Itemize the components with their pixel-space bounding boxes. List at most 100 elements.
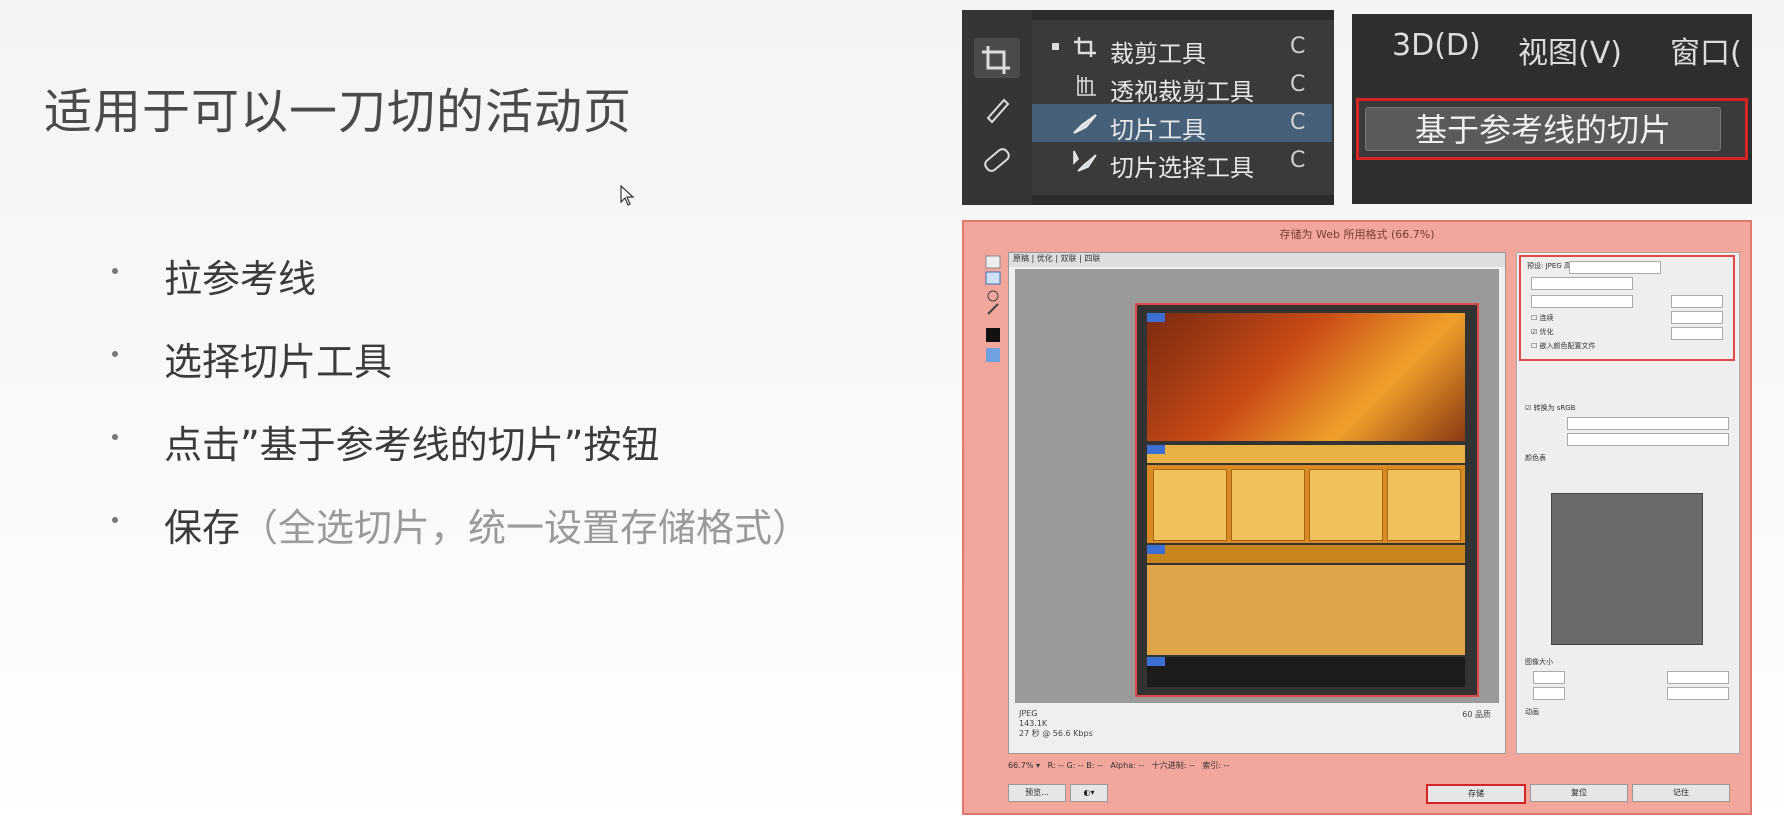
image-canvas[interactable]: [1015, 269, 1499, 703]
prize-box: [1153, 469, 1227, 541]
slice-badge[interactable]: [1147, 445, 1165, 454]
icc-checkbox[interactable]: ☐ 嵌入颜色配置文件: [1531, 341, 1596, 351]
slice-from-guides-button[interactable]: 基于参考线的切片: [1365, 107, 1721, 151]
save-button[interactable]: 存储: [1426, 784, 1526, 804]
healing-tool-button[interactable]: [974, 140, 1020, 180]
shortcut-key: C: [1290, 110, 1306, 135]
done-button[interactable]: 记住: [1632, 784, 1730, 802]
page-bar: [1147, 445, 1465, 463]
bandage-icon: [984, 148, 1010, 172]
progressive-checkbox[interactable]: ☐ 连续: [1531, 313, 1554, 323]
preview-area: 原稿 | 优化 | 双联 | 四联 JPEG 143.1K 27 秒 @ 56.…: [1008, 252, 1506, 754]
dialog-tool-strip: [985, 255, 1001, 362]
photoshop-menubar-screenshot: 3D(D) 视图(V) 窗口( 基于参考线的切片: [1352, 14, 1752, 204]
hand-tool-icon: [985, 255, 1001, 269]
menu-item-label: 切片选择工具: [1110, 154, 1254, 182]
save-for-web-dialog: 存储为 Web 所用格式 (66.7%) 原稿 | 优化 | 双联 | 四联 J…: [962, 220, 1752, 815]
color-table-label: 颜色表: [1525, 454, 1546, 462]
menu-item-crop[interactable]: 裁剪工具 C: [1032, 28, 1332, 68]
bullet-text: 点击”基于参考线的切片”按钮: [164, 423, 660, 467]
bullet-text: 选择切片工具: [164, 340, 393, 384]
zoom-tool-icon: [987, 290, 999, 302]
perspective-crop-icon: [1077, 75, 1096, 96]
sliced-web-page: [1135, 303, 1479, 697]
prize-box: [1309, 469, 1383, 541]
eyedropper-tool-button[interactable]: [974, 88, 1020, 128]
menu-item-label: 切片工具: [1110, 116, 1206, 144]
slice-badge[interactable]: [1147, 313, 1165, 322]
preset-select[interactable]: [1569, 261, 1661, 274]
slide-title: 适用于可以一刀切的活动页: [44, 84, 633, 140]
bullet-text: 保存: [164, 506, 241, 550]
preset-settings-highlight: 预设: JPEG 高 ☐ 连续 ☑ 优化 ☐ 嵌入颜色配置文件: [1519, 255, 1735, 361]
browser-preview-button[interactable]: ◐▾: [1070, 784, 1108, 802]
animation-label: 动画: [1525, 708, 1539, 716]
menu-3d[interactable]: 3D(D): [1392, 28, 1481, 63]
page-rules: [1147, 565, 1465, 655]
tools-flyout-menu: 裁剪工具 C 透视裁剪工具 C 切片工具 C 切片选择工具 C: [1032, 20, 1334, 195]
srgb-checkbox[interactable]: ☑ 转换为 sRGB: [1525, 403, 1575, 413]
slice-icon: [1073, 114, 1097, 134]
slice-badge[interactable]: [1147, 657, 1165, 666]
photoshop-tools-screenshot: 裁剪工具 C 透视裁剪工具 C 切片工具 C 切片选择工具 C: [962, 10, 1334, 205]
menu-item-label: 透视裁剪工具: [1110, 78, 1254, 106]
bullet-item: 保存（全选切片，统一设置存储格式）: [112, 497, 810, 580]
view-tabs[interactable]: 原稿 | 优化 | 双联 | 四联: [1009, 253, 1505, 267]
page-banner: [1147, 313, 1465, 441]
toolbar-column: [962, 10, 1032, 205]
shortcut-key: C: [1290, 34, 1306, 59]
bullet-item: 拉参考线: [112, 248, 810, 331]
bullet-dot: [112, 517, 118, 523]
prize-box: [1387, 469, 1461, 541]
preset-label: 预设: JPEG 高: [1527, 262, 1571, 270]
slice-from-guides-highlight: 基于参考线的切片: [1356, 98, 1748, 160]
dialog-title: 存储为 Web 所用格式 (66.7%): [1279, 228, 1435, 241]
crop-tool-button[interactable]: [974, 38, 1020, 78]
bullet-dot: [112, 268, 118, 274]
menu-item-slice[interactable]: 切片工具 C: [1032, 104, 1332, 144]
bullet-item: 点击”基于参考线的切片”按钮: [112, 414, 810, 497]
bullet-list: 拉参考线 选择切片工具 点击”基于参考线的切片”按钮 保存（全选切片，统一设置存…: [112, 248, 810, 580]
crop-icon: [982, 46, 1010, 74]
optimize-settings-panel: 预设: JPEG 高 ☐ 连续 ☑ 优化 ☐ 嵌入颜色配置文件 ☑ 转换为 sR…: [1516, 252, 1740, 754]
blur-input[interactable]: [1671, 311, 1723, 324]
mouse-cursor-icon: [620, 185, 635, 206]
optimized-checkbox[interactable]: ☑ 优化: [1531, 327, 1554, 337]
matte-input[interactable]: [1671, 327, 1723, 340]
menu-window[interactable]: 窗口(: [1670, 28, 1742, 72]
prize-box: [1231, 469, 1305, 541]
reset-button[interactable]: 复位: [1530, 784, 1628, 802]
bullet-note: （全选切片，统一设置存储格式）: [240, 506, 811, 550]
bullet-dot: [112, 434, 118, 440]
menu-item-perspective-crop[interactable]: 透视裁剪工具 C: [1032, 66, 1332, 106]
shortcut-key: C: [1290, 72, 1306, 97]
percent-input[interactable]: [1667, 671, 1729, 684]
color-table: [1551, 493, 1703, 645]
width-input[interactable]: [1533, 671, 1565, 684]
slice-badge[interactable]: [1147, 545, 1165, 554]
metadata-select[interactable]: [1567, 433, 1729, 446]
page-footer: [1147, 657, 1465, 687]
resample-select[interactable]: [1667, 687, 1729, 700]
quality-info: 60 品质: [1462, 710, 1491, 719]
height-input[interactable]: [1533, 687, 1565, 700]
menu-item-label: 裁剪工具: [1110, 40, 1206, 68]
bullet-item: 选择切片工具: [112, 331, 810, 414]
zoom-status-bar: 66.7% ▾ R: -- G: -- B: -- Alpha: -- 十六进制…: [1008, 761, 1230, 770]
quality-level-select[interactable]: [1531, 295, 1633, 308]
color-swatch-icon: [986, 328, 1000, 342]
slice-select-tool-icon: [985, 271, 1001, 285]
crop-icon: [1074, 37, 1096, 57]
page-prizes: [1147, 465, 1465, 543]
quality-input[interactable]: [1671, 295, 1723, 308]
menu-view[interactable]: 视图(V): [1518, 28, 1622, 72]
menu-item-slice-select[interactable]: 切片选择工具 C: [1032, 142, 1332, 182]
bullet-text: 拉参考线: [164, 257, 317, 301]
shortcut-key: C: [1290, 148, 1306, 173]
eyedropper-tool-icon: [987, 303, 999, 315]
preview-button[interactable]: 预览...: [1008, 784, 1066, 802]
format-select[interactable]: [1531, 277, 1633, 290]
active-tool-marker: [1052, 43, 1059, 50]
preview-select[interactable]: [1567, 417, 1729, 430]
page-bar: [1147, 545, 1465, 563]
